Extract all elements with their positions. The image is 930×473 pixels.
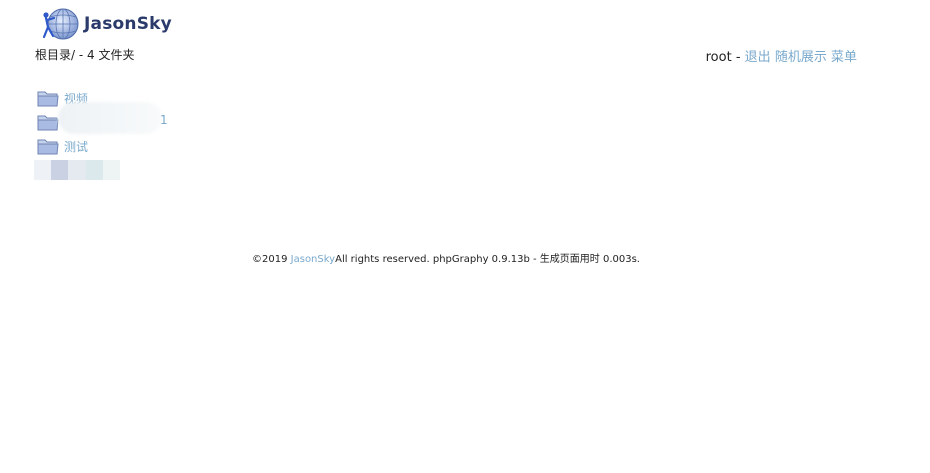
page: JasonSky 根目录/ - 4 文件夹 root - 退出 随机展示 菜单 … [0,0,930,473]
globe-logo-icon [42,8,79,40]
redaction-blur [58,102,162,134]
footer-site-link[interactable]: JasonSky [291,254,335,265]
footer: ©2019 JasonSkyAll rights reserved. phpGr… [0,250,892,265]
site-logo[interactable]: JasonSky [40,6,172,42]
logout-link[interactable]: 退出 [745,50,771,65]
folder-icon [37,115,59,131]
username: root [705,50,732,65]
menu-link[interactable]: 菜单 [831,50,857,65]
user-bar: root - 退出 随机展示 菜单 [706,46,857,65]
folder-icon [37,91,59,107]
logo-text: JasonSky [84,14,172,34]
folder-label[interactable]: 测试 [64,140,88,154]
redacted-folder-label-tail[interactable]: 1 [160,113,168,127]
folder-icon [37,139,59,155]
redaction-blur-entry [34,160,121,180]
random-display-link[interactable]: 随机展示 [775,50,827,65]
breadcrumb: 根目录/ - 4 文件夹 [35,48,135,62]
folder-item-test[interactable]: 测试 [37,134,88,158]
user-bar-separator: - [731,50,745,65]
footer-text: All rights reserved. phpGraphy 0.9.13b -… [335,254,640,265]
footer-copyright: ©2019 [252,254,291,265]
